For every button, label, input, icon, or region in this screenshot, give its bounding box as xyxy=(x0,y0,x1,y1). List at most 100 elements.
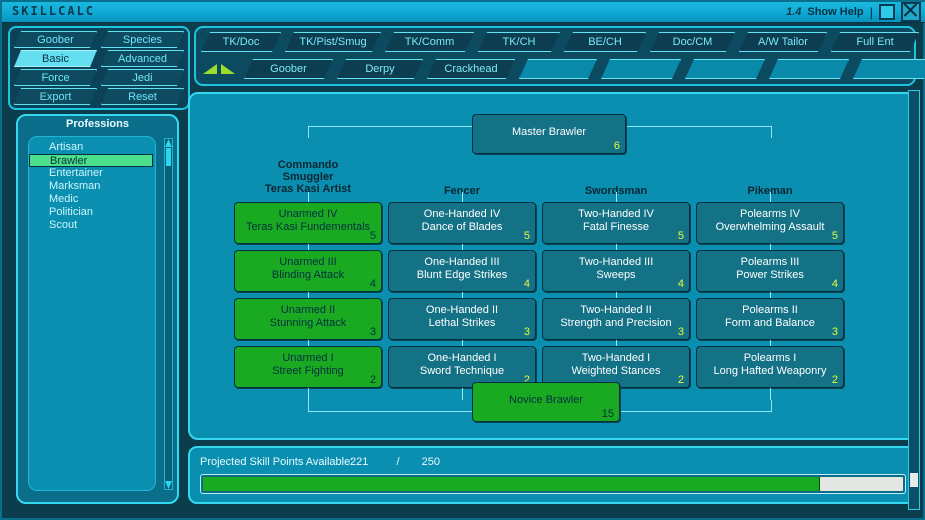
node-title: Master Brawler xyxy=(512,126,586,138)
profession-item-politician[interactable]: Politician xyxy=(29,206,155,219)
column-connector-bottom xyxy=(770,388,771,400)
scroll-up-arrow-icon[interactable] xyxy=(165,139,172,147)
node-points: 4 xyxy=(831,278,838,290)
node-subtitle: Form and Balance xyxy=(725,317,815,329)
window-scrollbar-thumb[interactable] xyxy=(910,473,918,487)
tab-tk-ch[interactable]: TK/CH xyxy=(478,32,560,52)
skill-points-total: 250 xyxy=(421,456,441,468)
profession-item-artisan[interactable]: Artisan xyxy=(29,141,155,154)
mode-button-reset[interactable]: Reset xyxy=(101,88,184,105)
tab-tk-doc[interactable]: TK/Doc xyxy=(201,32,281,52)
mode-button-jedi[interactable]: Jedi xyxy=(101,69,184,86)
scroll-down-arrow-icon[interactable] xyxy=(165,481,172,489)
profession-item-entertainer[interactable]: Entertainer xyxy=(29,167,155,180)
template-tab-panel: TK/Doc TK/Pist/Smug TK/Comm TK/CH BE/CH Doc/C… xyxy=(194,26,916,86)
profession-item-marksman[interactable]: Marksman xyxy=(29,180,155,193)
progressbar-track xyxy=(203,477,903,491)
tab-empty-7[interactable] xyxy=(853,59,925,79)
node-points: 3 xyxy=(369,326,376,338)
tab-doc-cm[interactable]: Doc/CM xyxy=(650,32,735,52)
professions-scrollbar[interactable] xyxy=(164,138,173,490)
node-title: Polearms I xyxy=(743,352,797,364)
profession-item-brawler[interactable]: Brawler xyxy=(29,154,153,167)
node-subtitle: Teras Kasi Fundementals xyxy=(245,221,371,233)
skill-node-1-1[interactable]: One-Handed III Blunt Edge Strikes 4 xyxy=(388,250,536,292)
skill-node-3-0[interactable]: Polearms IV Overwhelming Assault 5 xyxy=(696,202,844,244)
node-points: 3 xyxy=(523,326,530,338)
mode-button-species[interactable]: Species xyxy=(101,31,184,48)
profession-item-scout[interactable]: Scout xyxy=(29,219,155,232)
tab-empty-6[interactable] xyxy=(769,59,849,79)
node-points: 2 xyxy=(677,374,684,386)
node-subtitle: Sweeps xyxy=(596,269,636,281)
node-subtitle: Strength and Precision xyxy=(560,317,672,329)
skill-node-3-1[interactable]: Polearms III Power Strikes 4 xyxy=(696,250,844,292)
node-subtitle: Stunning Attack xyxy=(269,317,347,329)
column-connector-top xyxy=(462,192,463,202)
skill-node-2-1[interactable]: Two-Handed III Sweeps 4 xyxy=(542,250,690,292)
skill-node-0-1[interactable]: Unarmed III Blinding Attack 4 xyxy=(234,250,382,292)
mode-button-goober[interactable]: Goober xyxy=(14,31,97,48)
tab-derpy[interactable]: Derpy xyxy=(337,59,423,79)
node-points: 5 xyxy=(523,230,530,242)
mode-button-row: Export Reset xyxy=(14,88,184,105)
progressbar-fill xyxy=(203,477,820,491)
skill-node-3-2[interactable]: Polearms II Form and Balance 3 xyxy=(696,298,844,340)
mode-button-basic[interactable]: Basic xyxy=(14,50,97,67)
skill-node-2-2[interactable]: Two-Handed II Strength and Precision 3 xyxy=(542,298,690,340)
tab-tk-comm[interactable]: TK/Comm xyxy=(385,32,474,52)
close-icon[interactable] xyxy=(901,2,921,22)
node-title: Novice Brawler xyxy=(509,394,583,406)
title-bar-controls: 1.4 Show Help | xyxy=(786,2,921,22)
skill-node-3-3[interactable]: Polearms I Long Hafted Weaponry 2 xyxy=(696,346,844,388)
tab-goober[interactable]: Goober xyxy=(244,59,333,79)
scrollbar-thumb[interactable] xyxy=(166,148,171,166)
skill-node-0-3[interactable]: Unarmed I Street Fighting 2 xyxy=(234,346,382,388)
professions-list: ArtisanBrawlerEntertainerMarksmanMedicPo… xyxy=(28,136,156,491)
node-points: 5 xyxy=(369,230,376,242)
skill-tree-panel: Master Brawler 6 Commando Smuggler Teras Kas… xyxy=(188,92,916,440)
tab-empty-3[interactable] xyxy=(519,59,597,79)
node-subtitle: Blinding Attack xyxy=(271,269,345,281)
skill-node-0-2[interactable]: Unarmed II Stunning Attack 3 xyxy=(234,298,382,340)
skill-node-0-0[interactable]: Unarmed IV Teras Kasi Fundementals 5 xyxy=(234,202,382,244)
show-help-button[interactable]: Show Help xyxy=(807,6,863,18)
tab-crackhead[interactable]: Crackhead xyxy=(427,59,515,79)
column-connector-top xyxy=(770,192,771,202)
profession-item-medic[interactable]: Medic xyxy=(29,193,155,206)
node-subtitle: Long Hafted Weaponry xyxy=(713,365,827,377)
mode-button-advanced[interactable]: Advanced xyxy=(101,50,184,67)
node-title: Polearms IV xyxy=(740,208,800,220)
node-title: Two-Handed III xyxy=(578,256,654,268)
tab-empty-5[interactable] xyxy=(685,59,765,79)
node-subtitle: Fatal Finesse xyxy=(582,221,650,233)
window-scrollbar[interactable] xyxy=(908,90,920,510)
title-bar: SKILLCALC 1.4 Show Help | xyxy=(2,2,925,23)
tab-full-ent[interactable]: Full Ent xyxy=(831,32,919,52)
column-heading-line: Smuggler xyxy=(282,171,334,183)
tab-tk-pist-smug[interactable]: TK/Pist/Smug xyxy=(285,32,381,52)
node-title: Polearms II xyxy=(742,304,798,316)
title-separator: | xyxy=(869,4,873,20)
tab-a-w-tailor[interactable]: A/W Tailor xyxy=(739,32,827,52)
mode-button-force[interactable]: Force xyxy=(14,69,97,86)
node-novice-brawler[interactable]: Novice Brawler 15 xyxy=(472,382,620,422)
tab-be-ch[interactable]: BE/CH xyxy=(564,32,646,52)
skill-node-1-2[interactable]: One-Handed II Lethal Strikes 3 xyxy=(388,298,536,340)
column-connector-bottom xyxy=(462,388,463,400)
mode-button-panel: Goober Species Basic Advanced Force Jedi Expor… xyxy=(8,26,190,110)
node-master-brawler[interactable]: Master Brawler 6 xyxy=(472,114,626,154)
tab-empty-4[interactable] xyxy=(601,59,681,79)
node-subtitle: Lethal Strikes xyxy=(428,317,496,329)
app-title: SKILLCALC xyxy=(12,4,96,18)
node-points: 2 xyxy=(369,374,376,386)
skill-node-2-0[interactable]: Two-Handed IV Fatal Finesse 5 xyxy=(542,202,690,244)
mode-button-export[interactable]: Export xyxy=(14,88,97,105)
skill-node-1-0[interactable]: One-Handed IV Dance of Blades 5 xyxy=(388,202,536,244)
double-triangle-arrows-icon[interactable] xyxy=(201,62,241,76)
node-points: 3 xyxy=(677,326,684,338)
node-title: Unarmed II xyxy=(280,304,336,316)
node-title: One-Handed III xyxy=(424,256,500,268)
node-title: Two-Handed IV xyxy=(578,208,654,220)
maximize-icon[interactable] xyxy=(879,4,895,20)
